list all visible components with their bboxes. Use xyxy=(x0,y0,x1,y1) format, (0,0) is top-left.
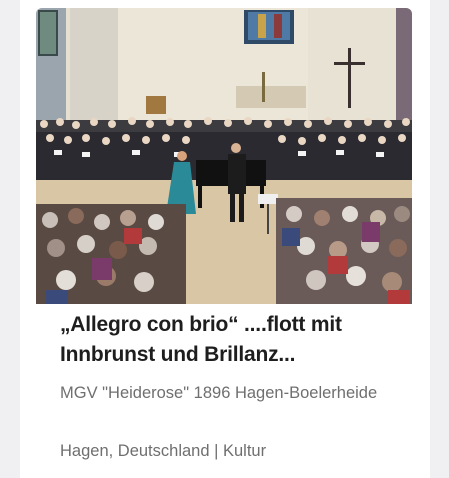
event-card[interactable]: „Allegro con brio“ ....flott mit Innbrun… xyxy=(20,0,430,478)
concert-image xyxy=(36,8,412,304)
event-photo[interactable] xyxy=(36,8,412,304)
event-organizer: MGV "Heiderose" 1896 Hagen-Boelerheide xyxy=(60,384,378,402)
event-title[interactable]: „Allegro con brio“ ....flott mit Innbrun… xyxy=(60,310,430,370)
meta-separator: | xyxy=(214,442,219,460)
event-location: Hagen, Deutschland xyxy=(60,442,210,460)
event-category: Kultur xyxy=(223,442,267,460)
event-location-line: Hagen, Deutschland | Kultur xyxy=(60,437,430,466)
